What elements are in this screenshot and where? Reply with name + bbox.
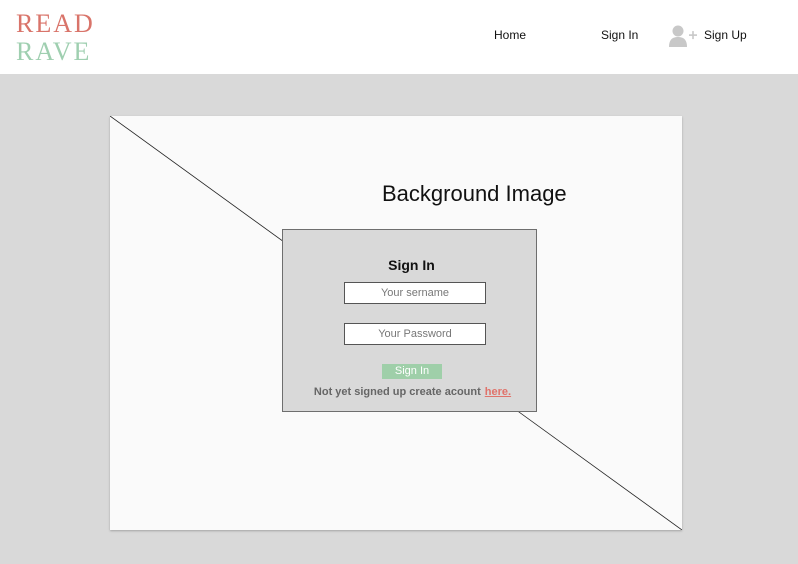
sign-in-title: Sign In xyxy=(388,257,435,273)
top-header: READ RAVE Home Sign In Sign Up xyxy=(0,0,798,74)
user-plus-icon[interactable] xyxy=(668,24,698,48)
nav-home-link[interactable]: Home xyxy=(494,28,526,42)
username-input[interactable] xyxy=(344,282,486,304)
sign-in-button[interactable]: Sign In xyxy=(382,364,442,379)
signup-prompt-text: Not yet signed up create acount xyxy=(313,386,481,398)
nav-sign-up-link[interactable]: Sign Up xyxy=(704,28,747,42)
logo-line-rave: RAVE xyxy=(16,37,92,66)
create-account-link[interactable]: here. xyxy=(485,386,511,398)
logo-line-read: READ xyxy=(16,9,95,38)
nav-sign-in-link[interactable]: Sign In xyxy=(601,28,638,42)
password-input[interactable] xyxy=(344,323,486,345)
background-image-label: Background Image xyxy=(382,181,567,206)
sign-in-panel: Sign In Sign In Not yet signed up create… xyxy=(282,229,537,412)
signup-prompt: Not yet signed up create acount here. xyxy=(283,386,536,398)
read-rave-logo[interactable]: READ RAVE xyxy=(16,10,95,66)
